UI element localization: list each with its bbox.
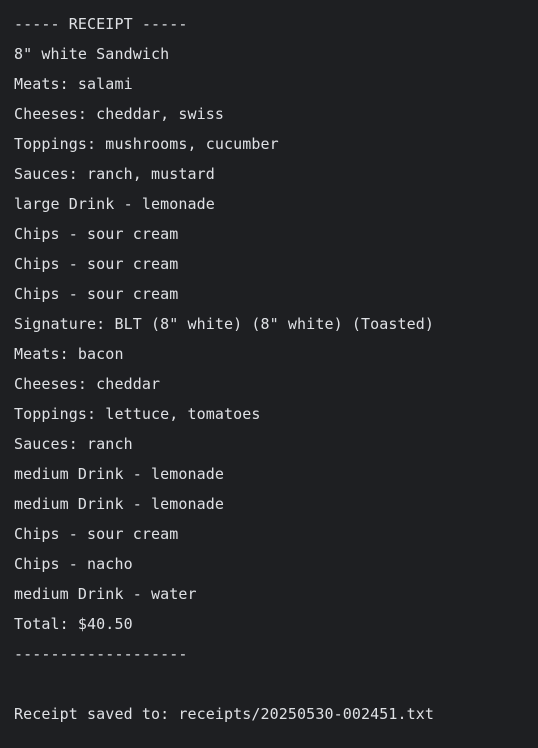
item-signature: Signature: BLT (8" white) (8" white) (To… xyxy=(14,315,435,333)
item-chips: Chips - sour cream xyxy=(14,225,179,243)
item-sandwich: 8" white Sandwich xyxy=(14,45,170,63)
receipt-footer: ------------------- xyxy=(14,645,188,663)
item-meats: Meats: bacon xyxy=(14,345,124,363)
item-chips: Chips - nacho xyxy=(14,555,133,573)
item-toppings: Toppings: lettuce, tomatoes xyxy=(14,405,261,423)
item-meats: Meats: salami xyxy=(14,75,133,93)
item-cheeses: Cheeses: cheddar, swiss xyxy=(14,105,225,123)
item-drink: medium Drink - lemonade xyxy=(14,465,225,483)
item-sauces: Sauces: ranch, mustard xyxy=(14,165,215,183)
item-chips: Chips - sour cream xyxy=(14,525,179,543)
console-output[interactable]: ----- RECEIPT ----- 8" white Sandwich Me… xyxy=(0,0,538,748)
item-chips: Chips - sour cream xyxy=(14,285,179,303)
receipt-total: Total: $40.50 xyxy=(14,615,133,633)
item-drink: medium Drink - water xyxy=(14,585,197,603)
item-toppings: Toppings: mushrooms, cucumber xyxy=(14,135,279,153)
item-sauces: Sauces: ranch xyxy=(14,435,133,453)
receipt-header: ----- RECEIPT ----- xyxy=(14,15,188,33)
item-drink: medium Drink - lemonade xyxy=(14,495,225,513)
item-cheeses: Cheeses: cheddar xyxy=(14,375,161,393)
receipt-saved-message: Receipt saved to: receipts/20250530-0024… xyxy=(14,705,435,723)
item-chips: Chips - sour cream xyxy=(14,255,179,273)
item-drink: large Drink - lemonade xyxy=(14,195,215,213)
